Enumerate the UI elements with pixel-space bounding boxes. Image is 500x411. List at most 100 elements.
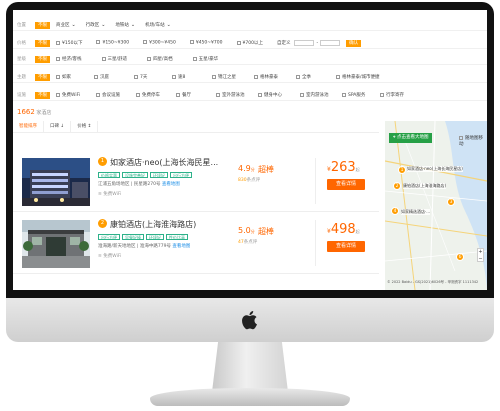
price-confirm-button[interactable]: 确认 bbox=[346, 39, 362, 47]
hotel-score-value: 4.9 bbox=[238, 164, 251, 173]
filter-option[interactable]: 地铁站 bbox=[115, 22, 129, 28]
checkbox[interactable] bbox=[236, 40, 241, 45]
checkbox[interactable] bbox=[134, 74, 138, 79]
sort-price[interactable]: 价格 ↕ bbox=[71, 120, 99, 133]
hotel-tag: 环境好 bbox=[150, 172, 168, 178]
hotel-reviews[interactable]: 47条点评 bbox=[238, 239, 257, 245]
checkbox[interactable] bbox=[147, 56, 152, 61]
filter-option[interactable]: 机场/车站 bbox=[145, 22, 165, 28]
hotel-reviews[interactable]: 830条点评 bbox=[238, 177, 260, 183]
facility-option[interactable]: 会议设施 bbox=[96, 92, 136, 98]
view-details-button[interactable]: 查看详情 bbox=[327, 179, 365, 190]
hotel-tag: 环境好 bbox=[146, 234, 164, 240]
checkbox[interactable] bbox=[254, 74, 258, 79]
facility-option[interactable]: 健身中心 bbox=[258, 92, 300, 98]
star-option[interactable]: 五星/豪华 bbox=[192, 56, 218, 62]
checkbox[interactable] bbox=[56, 40, 60, 45]
brand-option[interactable]: 如家 bbox=[56, 74, 94, 80]
brand-option[interactable]: 速8 bbox=[172, 74, 212, 80]
checkbox[interactable] bbox=[342, 92, 346, 97]
map-marker-label: 康铂酒店(上海淮海路店) bbox=[403, 183, 447, 189]
checkbox[interactable] bbox=[94, 74, 98, 79]
checkbox[interactable] bbox=[192, 56, 197, 61]
brand-option[interactable]: 格林豪泰/城市便捷 bbox=[336, 74, 380, 80]
checkbox[interactable] bbox=[143, 40, 148, 45]
price-option[interactable]: ¥150~¥300 bbox=[96, 40, 129, 46]
hotel-name[interactable]: 康铂酒店(上海淮海路店) bbox=[110, 219, 196, 230]
checkbox[interactable] bbox=[136, 92, 140, 97]
brand-option[interactable]: 全季 bbox=[296, 74, 336, 80]
map-marker[interactable]: 1 bbox=[398, 166, 406, 174]
view-large-map-button[interactable]: ⌖ 点击查看大地图 bbox=[389, 133, 433, 143]
hotel-card[interactable]: 1 如家酒店·neo(上海长海民星... 价格实惠 设施完善好 环境好 出行方便… bbox=[13, 150, 379, 212]
checkbox[interactable] bbox=[459, 135, 463, 140]
star-option[interactable]: 三星/舒适 bbox=[101, 56, 127, 62]
star-option[interactable]: 四星/高档 bbox=[147, 56, 173, 62]
checkbox[interactable] bbox=[96, 92, 100, 97]
filter-unlimited-tag[interactable]: 不限 bbox=[35, 91, 50, 99]
brand-option[interactable]: 7天 bbox=[134, 74, 172, 80]
checkbox[interactable] bbox=[101, 56, 106, 61]
hotel-card[interactable]: 2 康铂酒店(上海淮海路店) 出行方便 早餐好棒 环境好 性价比高 淮海路/新天… bbox=[13, 212, 379, 274]
filter-option[interactable]: 行政区 bbox=[86, 22, 100, 28]
map-zoom-control[interactable]: + − bbox=[477, 248, 484, 262]
map-marker[interactable]: 2 bbox=[393, 182, 401, 190]
checkbox[interactable] bbox=[56, 92, 60, 97]
checkbox[interactable] bbox=[56, 74, 60, 79]
sort-rating[interactable]: 口碑 ↓ bbox=[44, 120, 72, 133]
move-with-map-toggle[interactable]: 随地图移动 bbox=[459, 135, 487, 147]
brand-option[interactable]: 格林豪泰 bbox=[254, 74, 296, 80]
price-option[interactable]: ¥300~¥450 bbox=[143, 40, 176, 46]
checkbox[interactable] bbox=[189, 40, 194, 45]
brand-option[interactable]: 锦江之星 bbox=[212, 74, 254, 80]
facility-option[interactable]: 免费停车 bbox=[136, 92, 176, 98]
filter-unlimited-tag[interactable]: 不限 bbox=[35, 73, 50, 81]
checkbox[interactable] bbox=[212, 74, 216, 79]
checkbox[interactable] bbox=[216, 92, 220, 97]
filter-unlimited-tag[interactable]: 不限 bbox=[35, 21, 50, 29]
checkbox[interactable] bbox=[380, 92, 384, 97]
filter-option[interactable]: 商业区 bbox=[56, 22, 70, 28]
facility-option[interactable]: 餐厅 bbox=[176, 92, 216, 98]
checkbox[interactable] bbox=[176, 92, 180, 97]
checkbox[interactable] bbox=[258, 92, 262, 97]
star-option[interactable]: 经济/客栈 bbox=[56, 56, 82, 62]
hotel-name[interactable]: 如家酒店·neo(上海长海民星... bbox=[110, 157, 218, 168]
hotel-photo[interactable] bbox=[22, 158, 90, 206]
price-max-input[interactable] bbox=[320, 40, 341, 46]
checkbox[interactable] bbox=[296, 74, 300, 79]
sort-smart[interactable]: 智能排序 bbox=[13, 120, 44, 133]
brand-option-label: 锦江之星 bbox=[218, 75, 236, 80]
facility-option-label: 行李寄存 bbox=[386, 93, 404, 98]
facility-option[interactable]: 免费WiFi bbox=[56, 92, 96, 98]
imac-stand-neck bbox=[212, 342, 288, 392]
facility-option[interactable]: 室内游泳池 bbox=[300, 92, 342, 98]
checkbox[interactable] bbox=[336, 74, 340, 79]
checkbox[interactable] bbox=[300, 92, 304, 97]
map-marker[interactable]: 6 bbox=[456, 253, 464, 261]
filter-unlimited-tag[interactable]: 不限 bbox=[35, 55, 50, 63]
checkbox[interactable] bbox=[172, 74, 176, 79]
price-option[interactable]: ¥450~¥700 bbox=[189, 40, 223, 46]
checkbox[interactable] bbox=[96, 40, 101, 45]
hotel-price: ¥498起 bbox=[327, 222, 360, 237]
price-option[interactable]: ¥150以下 bbox=[56, 40, 82, 46]
view-map-link[interactable]: 查看地图 bbox=[162, 182, 180, 187]
checkbox[interactable] bbox=[56, 56, 60, 61]
price-min-input[interactable] bbox=[294, 40, 315, 46]
facility-option[interactable]: SPA服务 bbox=[342, 92, 380, 98]
brand-option[interactable]: 汉庭 bbox=[94, 74, 134, 80]
map-marker[interactable]: 3 bbox=[447, 198, 455, 206]
hotel-score: 4.9分 bbox=[238, 164, 255, 173]
facility-option[interactable]: 行李寄存 bbox=[380, 92, 404, 98]
map-marker[interactable]: 4 bbox=[391, 207, 399, 215]
facility-option[interactable]: 室外游泳池 bbox=[216, 92, 258, 98]
hotel-grade: 超棒 bbox=[258, 227, 274, 236]
hotel-wifi: ≋ 免费WiFi bbox=[98, 191, 121, 197]
view-details-button[interactable]: 查看详情 bbox=[327, 241, 365, 252]
price-option[interactable]: ¥700以上 bbox=[236, 40, 263, 46]
filter-label: 设施 bbox=[17, 93, 26, 98]
hotel-photo[interactable] bbox=[22, 220, 90, 268]
view-map-link[interactable]: 查看地图 bbox=[172, 244, 190, 249]
filter-unlimited-tag[interactable]: 不限 bbox=[35, 39, 50, 47]
